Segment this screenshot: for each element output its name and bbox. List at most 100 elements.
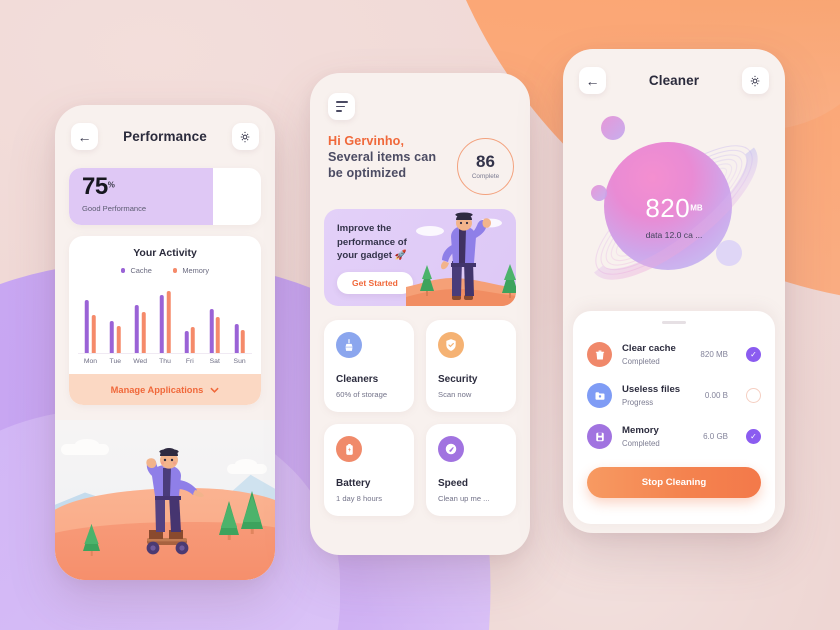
task-text: Clear cache Completed (622, 343, 690, 366)
back-button[interactable]: ← (579, 67, 606, 94)
legend-color-dot (120, 268, 126, 273)
chart-x-axis-labels: Mon Tue Wed Thu Fri Sat Sun (78, 358, 252, 365)
activity-bar-chart (78, 284, 252, 354)
chart-bar-cache (85, 300, 90, 353)
chart-bar-cache (110, 321, 115, 353)
tile-subtitle: 60% of storage (336, 390, 388, 399)
broom-icon (336, 332, 362, 358)
chart-bar-memory (166, 291, 171, 353)
back-button[interactable]: ← (71, 123, 98, 150)
manage-applications-label: Manage Applications (110, 384, 204, 395)
orbit-sphere-medium (716, 240, 742, 266)
chart-bar-memory (116, 326, 121, 353)
arrow-left-icon: ← (585, 72, 600, 89)
activity-title: Your Activity (133, 247, 197, 259)
chart-bar-memory (240, 330, 245, 353)
tile-title: Speed (438, 478, 469, 489)
feature-tile-cleaners[interactable]: Cleaners 60% of storage (324, 320, 414, 412)
battery-icon (336, 436, 362, 462)
chart-x-label: Sat (209, 358, 220, 365)
gear-icon (751, 75, 760, 86)
arrow-left-icon: ← (77, 128, 92, 145)
save-disk-icon (587, 424, 612, 449)
task-text: Memory Completed (622, 425, 693, 448)
chart-bar-cache (234, 324, 239, 353)
task-checkbox[interactable]: ✓ (746, 429, 761, 444)
chevron-down-icon (210, 387, 219, 393)
chart-legend: Cache Memory (69, 266, 261, 275)
page-title: Performance (123, 129, 207, 144)
tile-subtitle: Scan now (438, 390, 472, 399)
chart-bar-memory (91, 315, 96, 353)
chart-bar-group (209, 309, 220, 353)
chart-x-label: Wed (133, 358, 148, 365)
chart-bar-cache (209, 309, 214, 353)
tile-title: Security (438, 374, 478, 385)
chart-bar-memory (141, 312, 146, 353)
trash-icon (587, 342, 612, 367)
task-status: Progress (622, 398, 654, 407)
speedometer-icon (438, 436, 464, 462)
pine-tree-icon (241, 488, 263, 534)
cleaning-task-row[interactable]: Clear cache Completed 820 MB ✓ (587, 334, 761, 375)
cleaner-header: ← Cleaner (563, 49, 785, 98)
task-size: 820 MB (700, 350, 728, 359)
tile-title: Battery (336, 478, 371, 489)
greeting-line-2: Several items can (328, 150, 437, 164)
chart-bar-memory (191, 327, 196, 353)
greeting-name: Hi Gervinho, (328, 134, 405, 148)
chart-bar-memory (215, 317, 220, 353)
promo-banner[interactable]: Improve the performance of your gadget 🚀… (324, 209, 516, 306)
completion-label: Complete (471, 173, 500, 180)
chart-legend-item: Cache (120, 266, 152, 275)
phone-performance-screen: ← Performance 75% Good Performance Your … (55, 105, 275, 580)
performance-header: ← Performance (55, 105, 275, 154)
chart-x-label: Mon (83, 358, 98, 365)
completion-value: 86 (476, 152, 495, 171)
cleanable-size-unit: MB (690, 203, 703, 213)
phone-dashboard-screen: Hi Gervinho, Several items can be optimi… (310, 73, 530, 555)
settings-button[interactable] (741, 67, 769, 94)
check-icon: ✓ (750, 431, 757, 441)
performance-score-value: 75 (82, 173, 108, 200)
skateboarder-illustration (55, 420, 275, 580)
task-checkbox[interactable]: ✓ (746, 347, 761, 362)
get-started-button[interactable]: Get Started (337, 272, 413, 294)
cleanable-size-value: 820 (645, 193, 691, 223)
promo-illustration (406, 212, 516, 306)
cleaning-task-row[interactable]: Useless files Progress 0.00 B (587, 375, 761, 416)
menu-button[interactable] (328, 93, 355, 120)
task-size: 6.0 GB (703, 432, 728, 441)
tile-title: Cleaners (336, 374, 379, 385)
feature-tiles-grid: Cleaners 60% of storage Security Scan now Ba… (324, 320, 516, 516)
chart-bar-cache (134, 305, 139, 353)
hamburger-menu-icon (335, 101, 348, 112)
chart-x-label: Tue (109, 358, 122, 365)
feature-tile-battery[interactable]: Battery 1 day 8 hours (324, 424, 414, 516)
manage-applications-button[interactable]: Manage Applications (69, 374, 261, 405)
performance-score-text: 75% Good Performance (82, 173, 146, 214)
folder-icon (587, 383, 612, 408)
settings-button[interactable] (231, 123, 259, 150)
chart-bar-cache (184, 331, 189, 353)
percent-symbol: % (107, 180, 115, 190)
legend-label: Cache (130, 266, 152, 275)
phone-cleaner-screen: ← Cleaner 820MB data 12.0 ca ... Clear c… (563, 49, 785, 533)
feature-tile-security[interactable]: Security Scan now (426, 320, 516, 412)
cleaning-task-row[interactable]: Memory Completed 6.0 GB ✓ (587, 416, 761, 457)
cloud-icon (235, 459, 257, 469)
greeting-line-3: be optimized (328, 166, 407, 180)
task-text: Useless files Progress (622, 384, 695, 407)
chart-legend-item: Memory (172, 266, 210, 275)
cleaner-bottom-sheet: Clear cache Completed 820 MB ✓ Useless files… (573, 311, 775, 524)
legend-label: Memory (182, 266, 210, 275)
stop-cleaning-button[interactable]: Stop Cleaning (587, 467, 761, 498)
feature-tile-speed[interactable]: Speed Clean up me ... (426, 424, 516, 516)
chart-x-label: Sun (233, 358, 246, 365)
cleanable-size-subtitle: data 12.0 ca ... (645, 230, 703, 240)
chart-bar-cache (159, 295, 164, 353)
planet-value-row: 820MB (563, 195, 785, 222)
chart-bar-group (85, 300, 96, 353)
planet-graphic-area: 820MB data 12.0 ca ... (563, 98, 785, 320)
task-checkbox[interactable] (746, 388, 761, 403)
